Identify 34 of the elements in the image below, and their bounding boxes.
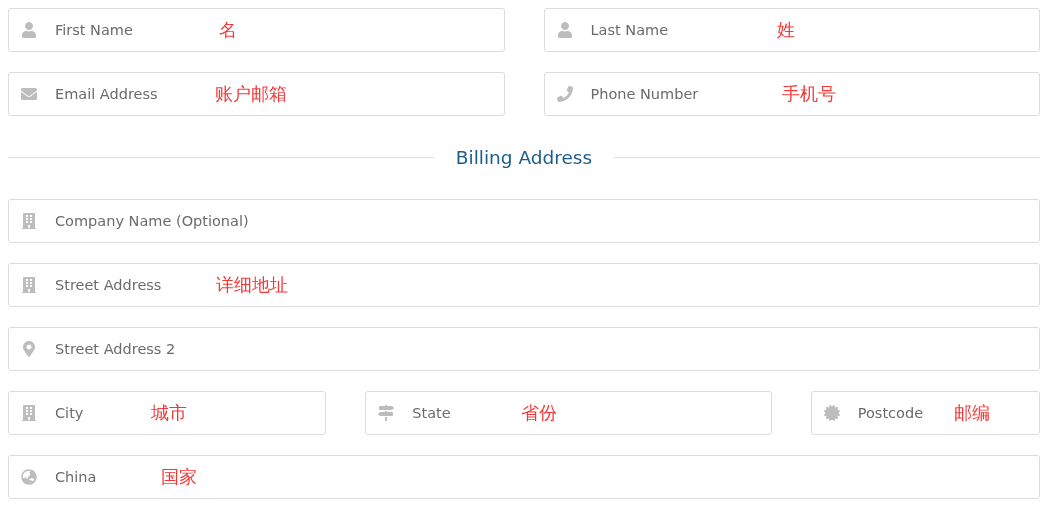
annotation-text: 详细地址 bbox=[216, 273, 288, 297]
input-field[interactable]: Street Address 2 bbox=[8, 327, 1040, 371]
annotation-text: 省份 bbox=[521, 401, 558, 425]
annotation-text: 名 bbox=[219, 18, 237, 42]
input-field[interactable]: Company Name (Optional) bbox=[8, 199, 1040, 243]
building-icon bbox=[21, 213, 37, 229]
input-field[interactable]: Phone Number 手机号 bbox=[543, 72, 1040, 116]
annotation-text: 邮编 bbox=[953, 401, 990, 425]
map-pin-icon bbox=[21, 341, 37, 357]
user-icon bbox=[556, 22, 573, 38]
annotation-text: 账户邮箱 bbox=[215, 82, 287, 106]
building-icon bbox=[21, 277, 37, 293]
section-heading: Billing Address bbox=[455, 147, 593, 168]
annotation-text: 姓 bbox=[776, 18, 795, 42]
input-field[interactable]: Street Address 详细地址 bbox=[8, 263, 1040, 307]
input-field[interactable]: State 省份 bbox=[365, 391, 772, 435]
badge-icon bbox=[823, 405, 840, 421]
signpost-icon bbox=[378, 405, 395, 421]
input-field[interactable]: Postcode 邮编 bbox=[810, 391, 1040, 435]
input-field[interactable]: Email Address 账户邮箱 bbox=[8, 72, 505, 116]
annotation-text: 国家 bbox=[161, 465, 197, 489]
phone-icon bbox=[556, 86, 573, 102]
text-input[interactable]: Company Name (Optional) bbox=[55, 213, 1039, 229]
annotation-text: 手机号 bbox=[781, 82, 836, 106]
input-field[interactable]: Last Name 姓 bbox=[543, 8, 1040, 52]
input-field[interactable]: City 城市 bbox=[8, 391, 327, 435]
envelope-icon bbox=[21, 86, 37, 102]
user-icon bbox=[21, 22, 37, 38]
building-icon bbox=[21, 405, 37, 421]
globe-icon bbox=[21, 469, 37, 485]
text-input[interactable]: Street Address 2 bbox=[55, 341, 1039, 357]
annotation-text: 城市 bbox=[151, 401, 187, 425]
input-field[interactable]: First Name 名 bbox=[8, 8, 505, 52]
country-field[interactable]: China 国家 bbox=[8, 455, 1040, 499]
